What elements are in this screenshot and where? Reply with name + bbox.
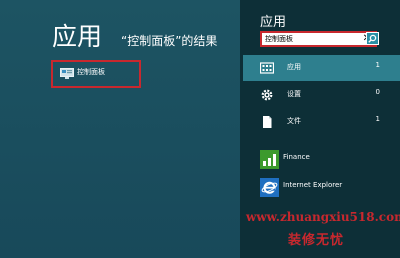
result-item-label: 控制面板 — [77, 68, 105, 76]
search-input-value: 控制面板 — [265, 35, 293, 43]
search-input[interactable]: 控制面板 ✕ — [260, 31, 377, 47]
internet-explorer-icon — [260, 178, 279, 197]
category-settings[interactable]: 设置 0 — [243, 82, 400, 108]
result-item-control-panel[interactable]: 控制面板 — [51, 60, 141, 88]
app-item-internet-explorer[interactable]: Internet Explorer — [260, 178, 390, 200]
category-label: 文件 — [287, 117, 301, 125]
app-item-finance[interactable]: Finance — [260, 150, 390, 172]
page-heading: 应用 — [52, 22, 103, 51]
app-name: Internet Explorer — [283, 181, 343, 189]
category-label: 应用 — [287, 63, 301, 71]
pane-title: 应用 — [260, 15, 287, 30]
search-button[interactable] — [366, 32, 379, 45]
search-icon — [368, 34, 377, 43]
watermark-name: 装修无忧 — [288, 233, 345, 248]
main-results-area: 应用 “控制面板”的结果 控制面板 — [0, 0, 240, 258]
watermark-url: www.zhuangxiu518.com — [246, 210, 400, 224]
apps-icon — [260, 62, 274, 74]
category-count: 1 — [375, 115, 380, 123]
gear-icon — [261, 89, 273, 101]
file-icon — [263, 116, 272, 128]
category-files[interactable]: 文件 1 — [243, 109, 400, 135]
category-label: 设置 — [287, 90, 301, 98]
control-panel-icon — [60, 68, 74, 79]
category-count: 0 — [375, 88, 380, 96]
results-subheading: “控制面板”的结果 — [121, 34, 218, 48]
app-name: Finance — [283, 153, 310, 161]
category-count: 1 — [375, 61, 380, 69]
finance-icon — [260, 150, 279, 169]
category-apps[interactable]: 应用 1 — [243, 55, 400, 81]
